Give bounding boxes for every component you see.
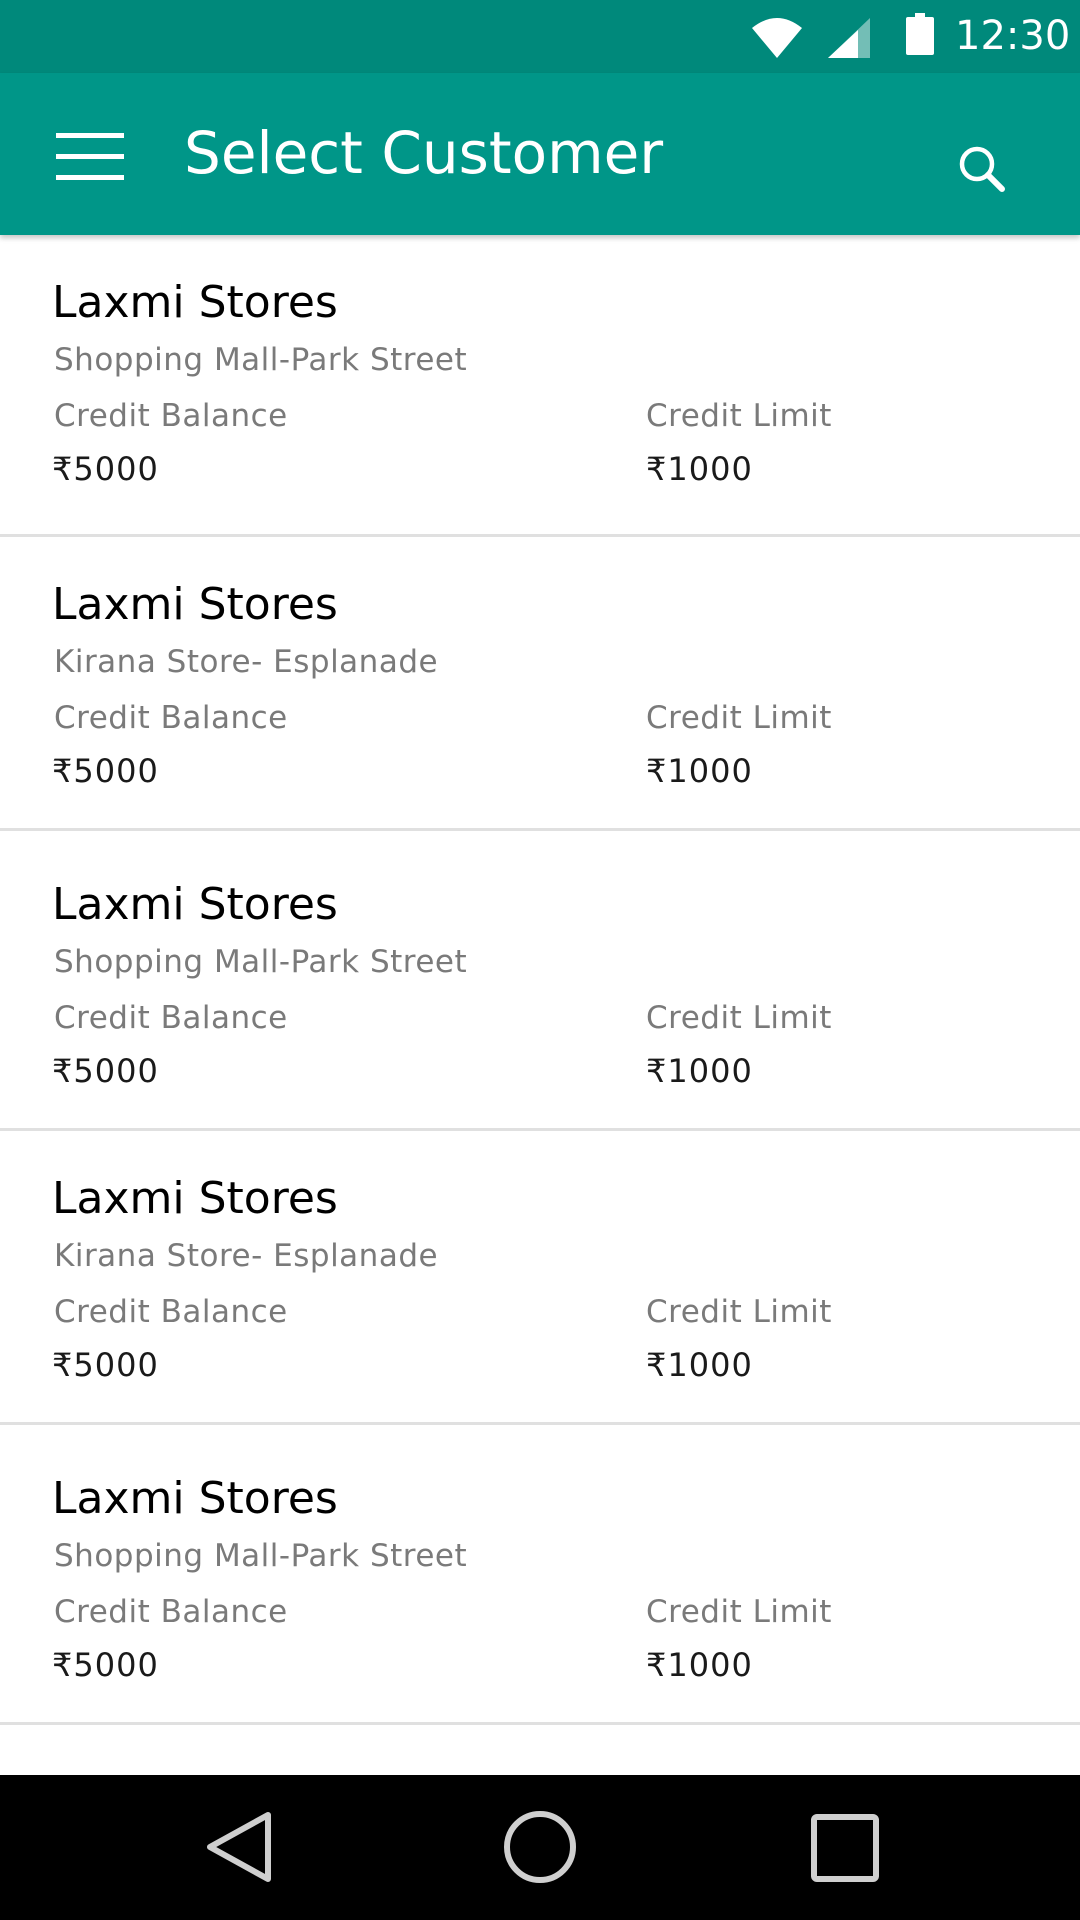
search-button[interactable] — [940, 127, 1024, 211]
customer-name: Laxmi Stores — [52, 879, 338, 930]
customer-card[interactable]: Laxmi Stores Kirana Store- Esplanade Cre… — [0, 537, 1080, 831]
customer-location: Shopping Mall-Park Street — [54, 944, 468, 980]
home-button[interactable] — [490, 1797, 590, 1897]
credit-limit-value: ₹1000 — [646, 1646, 753, 1684]
menu-button[interactable] — [36, 109, 142, 199]
credit-limit-label: Credit Limit — [646, 700, 832, 736]
credit-balance-label: Credit Balance — [54, 398, 288, 434]
credit-limit-label: Credit Limit — [646, 1594, 832, 1630]
credit-limit-value: ₹1000 — [646, 450, 753, 488]
customer-card[interactable]: Laxmi Stores Shopping Mall-Park Street C… — [0, 1425, 1080, 1725]
credit-balance-value: ₹5000 — [52, 1646, 159, 1684]
credit-balance-value: ₹5000 — [52, 1052, 159, 1090]
back-button[interactable] — [190, 1797, 290, 1897]
customer-card[interactable]: Laxmi Stores Kirana Store- Esplanade Cre… — [0, 1131, 1080, 1425]
recent-apps-button[interactable] — [794, 1797, 894, 1897]
customer-name: Laxmi Stores — [52, 1173, 338, 1224]
customer-card[interactable]: Laxmi Stores Shopping Mall-Park Street C… — [0, 235, 1080, 537]
credit-balance-value: ₹5000 — [52, 1346, 159, 1384]
credit-balance-label: Credit Balance — [54, 1000, 288, 1036]
customer-list[interactable]: Laxmi Stores Shopping Mall-Park Street C… — [0, 235, 1080, 1775]
customer-location: Kirana Store- Esplanade — [54, 1238, 439, 1274]
credit-limit-value: ₹1000 — [646, 1346, 753, 1384]
credit-balance-value: ₹5000 — [52, 450, 159, 488]
cell-signal-icon — [828, 18, 870, 58]
search-icon — [959, 146, 1005, 192]
hamburger-menu-icon — [56, 133, 124, 180]
system-nav-bar — [0, 1775, 1080, 1920]
credit-balance-value: ₹5000 — [52, 752, 159, 790]
recent-apps-icon — [811, 1814, 879, 1882]
credit-balance-label: Credit Balance — [54, 1294, 288, 1330]
page-title: Select Customer — [184, 119, 664, 187]
status-bar: 12:30 — [0, 0, 1080, 73]
screen: 12:30 Select Customer Laxmi Stores Shopp… — [0, 0, 1080, 1920]
credit-limit-value: ₹1000 — [646, 1052, 753, 1090]
customer-card[interactable]: Laxmi Stores Shopping Mall-Park Street C… — [0, 831, 1080, 1131]
customer-location: Kirana Store- Esplanade — [54, 644, 439, 680]
credit-balance-label: Credit Balance — [54, 700, 288, 736]
customer-name: Laxmi Stores — [52, 277, 338, 328]
wifi-icon — [752, 18, 802, 58]
home-icon — [504, 1811, 576, 1883]
back-icon — [207, 1812, 271, 1882]
customer-name: Laxmi Stores — [52, 579, 338, 630]
app-bar: Select Customer — [0, 73, 1080, 235]
credit-balance-label: Credit Balance — [54, 1594, 288, 1630]
credit-limit-label: Credit Limit — [646, 398, 832, 434]
customer-name: Laxmi Stores — [52, 1473, 338, 1524]
credit-limit-label: Credit Limit — [646, 1294, 832, 1330]
credit-limit-label: Credit Limit — [646, 1000, 832, 1036]
customer-location: Shopping Mall-Park Street — [54, 1538, 468, 1574]
battery-icon — [906, 13, 934, 55]
customer-location: Shopping Mall-Park Street — [54, 342, 468, 378]
status-time: 12:30 — [955, 13, 1071, 59]
credit-limit-value: ₹1000 — [646, 752, 753, 790]
